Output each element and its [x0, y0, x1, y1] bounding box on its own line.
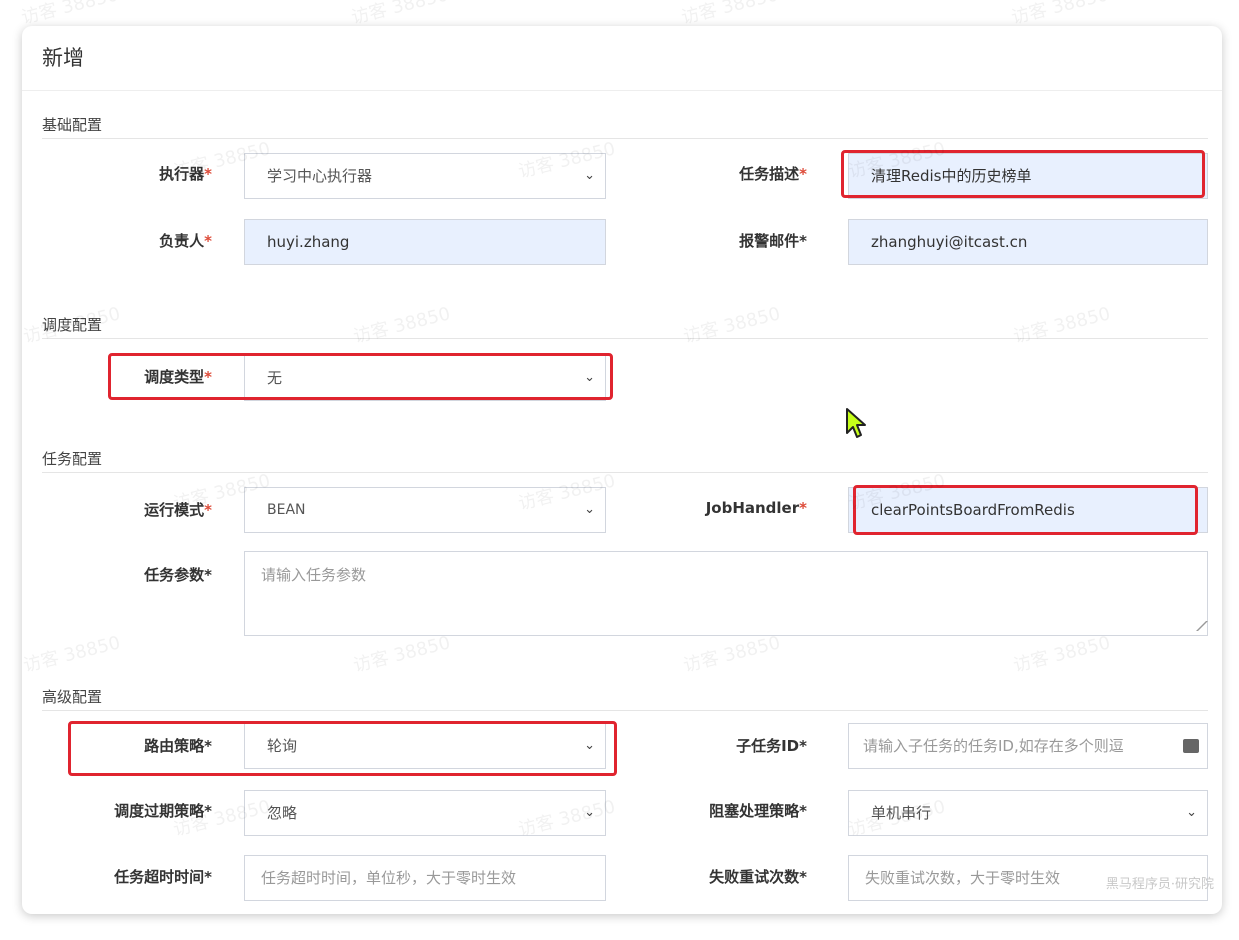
timeout-label: 任务超时时间*	[114, 868, 212, 886]
section-title-task: 任务配置	[42, 450, 103, 468]
route-strategy-label: 路由策略*	[144, 737, 212, 755]
author-input[interactable]: huyi.zhang	[244, 219, 606, 265]
timeout-input[interactable]: 任务超时时间，单位秒，大于零时生效	[244, 855, 606, 901]
alarm-email-input[interactable]: zhanghuyi@itcast.cn	[848, 219, 1208, 265]
resize-handle-icon[interactable]	[1186, 621, 1208, 631]
job-handler-label: JobHandler*	[705, 499, 807, 517]
chevron-down-icon: ⌄	[584, 370, 595, 385]
chevron-down-icon: ⌄	[584, 805, 595, 820]
route-strategy-select[interactable]: 轮询 ⌄	[244, 723, 606, 769]
corner-watermark: 黑马程序员·研究院	[1105, 877, 1214, 892]
chevron-down-icon: ⌄	[584, 738, 595, 753]
schedule-type-select[interactable]: 无 ⌄	[244, 355, 606, 401]
schedule-type-label: 调度类型*	[144, 368, 212, 386]
block-strategy-label: 阻塞处理策略*	[709, 802, 807, 820]
chevron-down-icon: ⌄	[584, 168, 595, 183]
add-job-dialog: 新增 基础配置 执行器* 学习中心执行器 ⌄ 任务描述* 清理Redis中的历史榜…	[22, 26, 1222, 914]
executor-label: 执行器*	[159, 165, 212, 183]
block-strategy-select[interactable]: 单机串行 ⌄	[848, 790, 1208, 836]
section-title-basic: 基础配置	[42, 116, 103, 134]
section-divider	[42, 138, 1208, 139]
chevron-down-icon: ⌄	[584, 502, 595, 517]
job-desc-input[interactable]: 清理Redis中的历史榜单	[848, 153, 1208, 199]
mouse-cursor-icon	[846, 408, 866, 438]
child-job-id-input[interactable]: 请输入子任务的任务ID,如存在多个则逗	[848, 723, 1208, 769]
fail-retry-label: 失败重试次数*	[709, 868, 807, 886]
job-desc-label: 任务描述*	[739, 165, 807, 183]
section-title-schedule: 调度配置	[42, 316, 103, 334]
misfire-strategy-label: 调度过期策略*	[114, 802, 212, 820]
executor-select[interactable]: 学习中心执行器 ⌄	[244, 153, 606, 199]
watermark: 访客 38850	[351, 303, 453, 348]
watermark: 访客 38850	[22, 632, 123, 677]
job-handler-input[interactable]: clearPointsBoardFromRedis	[848, 487, 1208, 533]
watermark: 访客 38850	[681, 303, 783, 348]
job-param-textarea[interactable]: 请输入任务参数	[244, 551, 1208, 636]
run-mode-select[interactable]: BEAN ⌄	[244, 487, 606, 533]
keyboard-icon	[1183, 739, 1199, 753]
dialog-header: 新增	[22, 26, 1222, 91]
section-title-advanced: 高级配置	[42, 688, 103, 706]
chevron-down-icon: ⌄	[1186, 805, 1197, 820]
misfire-strategy-select[interactable]: 忽略 ⌄	[244, 790, 606, 836]
dialog-title: 新增	[42, 46, 84, 70]
section-divider	[42, 338, 1208, 339]
section-divider	[42, 472, 1208, 473]
author-label: 负责人*	[159, 232, 212, 250]
alarm-email-label: 报警邮件*	[739, 232, 807, 250]
run-mode-label: 运行模式*	[144, 501, 212, 519]
section-divider	[42, 710, 1208, 711]
job-param-label: 任务参数*	[144, 566, 212, 584]
watermark: 访客 38850	[1011, 303, 1113, 348]
child-job-id-label: 子任务ID*	[736, 737, 807, 755]
